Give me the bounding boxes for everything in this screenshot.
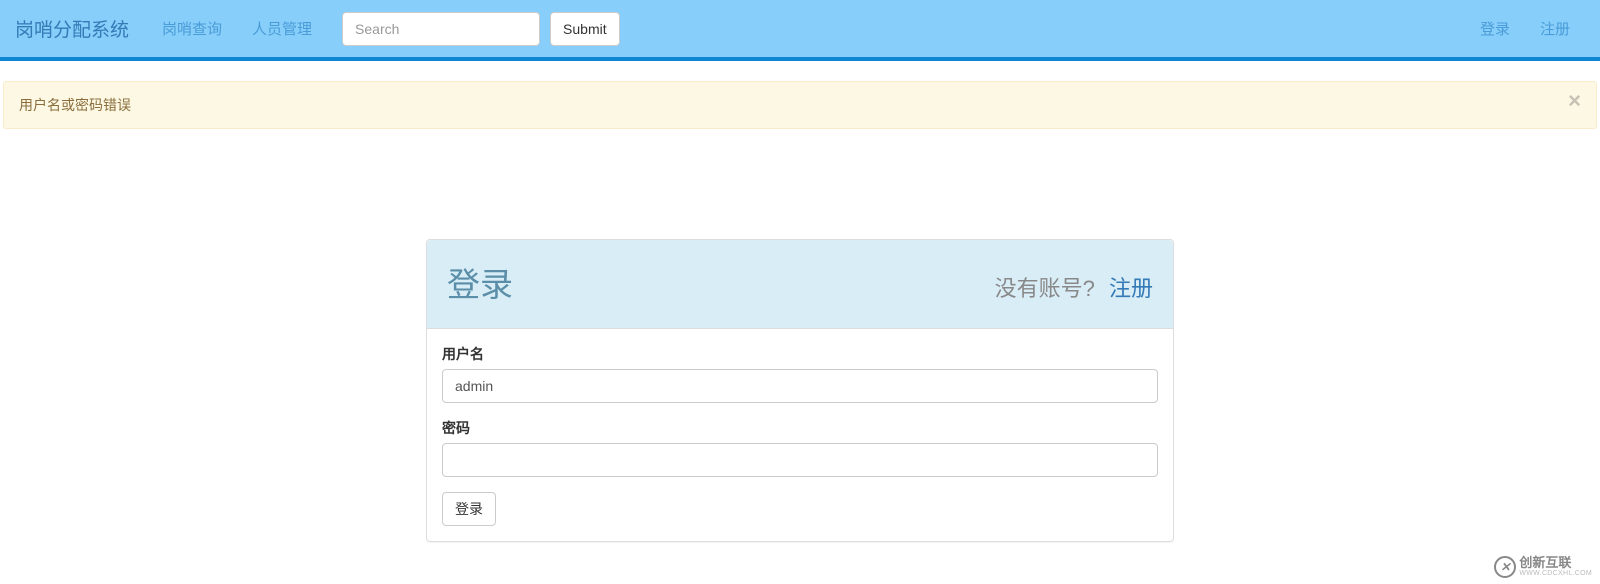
search-form: Submit <box>342 12 620 46</box>
watermark: ✕ 创新互联 WWW.CDCXHL.COM <box>1494 556 1592 578</box>
watermark-icon: ✕ <box>1494 556 1516 578</box>
navbar: 岗哨分配系统 岗哨查询 人员管理 Submit 登录 注册 <box>0 0 1600 61</box>
alert-close-button[interactable]: × <box>1568 90 1581 112</box>
alert-warning: 用户名或密码错误 × <box>3 81 1597 129</box>
navbar-right: 登录 注册 <box>1465 8 1585 49</box>
password-input[interactable] <box>442 443 1158 477</box>
username-label: 用户名 <box>442 344 1158 364</box>
watermark-sub: WWW.CDCXHL.COM <box>1519 570 1592 578</box>
password-group: 密码 <box>442 418 1158 477</box>
nav-item-personnel[interactable]: 人员管理 <box>237 8 327 49</box>
navbar-brand[interactable]: 岗哨分配系统 <box>15 15 147 42</box>
login-title: 登录 <box>447 258 513 306</box>
register-link[interactable]: 注册 <box>1101 276 1153 301</box>
login-panel-body: 用户名 密码 登录 <box>427 329 1173 541</box>
nav-item-query[interactable]: 岗哨查询 <box>147 8 237 49</box>
login-panel-header: 登录 没有账号? 注册 <box>427 240 1173 329</box>
search-submit-button[interactable]: Submit <box>550 12 620 46</box>
no-account-text: 没有账号? <box>995 276 1095 301</box>
username-group: 用户名 <box>442 344 1158 403</box>
login-panel: 登录 没有账号? 注册 用户名 密码 登录 <box>426 239 1174 542</box>
nav-login-link[interactable]: 登录 <box>1465 8 1525 49</box>
search-input[interactable] <box>342 12 540 46</box>
nav-register-link[interactable]: 注册 <box>1525 8 1585 49</box>
login-header-right: 没有账号? 注册 <box>995 271 1153 303</box>
alert-message: 用户名或密码错误 <box>19 97 131 113</box>
login-submit-button[interactable]: 登录 <box>442 492 496 526</box>
password-label: 密码 <box>442 418 1158 438</box>
username-input[interactable] <box>442 369 1158 403</box>
watermark-main: 创新互联 <box>1519 556 1592 570</box>
